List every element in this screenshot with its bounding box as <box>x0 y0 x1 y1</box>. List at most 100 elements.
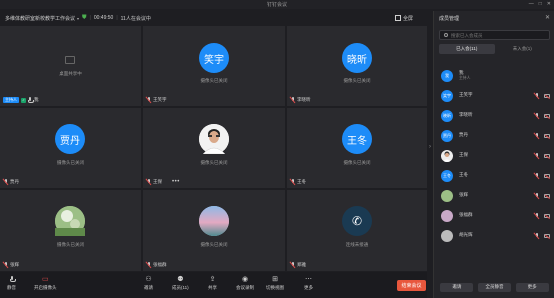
tile-status: 连线未接通 <box>345 242 369 247</box>
tile-nameplate: 王笑宇 <box>146 97 167 103</box>
fullscreen-label: 全屏 <box>402 15 413 22</box>
list-item[interactable]: 贾丹 贾丹 <box>434 127 554 147</box>
camera-off-icon[interactable] <box>544 194 550 198</box>
microphone-muted-icon <box>146 262 151 268</box>
grid-view-icon: ⊞ <box>272 276 278 283</box>
shield-icon[interactable]: ⛊ <box>82 15 87 22</box>
chevron-down-icon[interactable]: ▾ <box>77 16 79 21</box>
microphone-muted-icon <box>146 179 151 185</box>
video-tile[interactable]: 晓昕 摄像头已关闭 李晓昕 <box>287 26 427 106</box>
microphone-muted-icon <box>146 97 151 103</box>
camera-off-icon[interactable] <box>544 214 550 218</box>
list-item[interactable]: 王保 <box>434 147 554 167</box>
tile-nameplate: 郑雅 <box>290 262 306 268</box>
close-icon[interactable]: ✕ <box>545 14 550 21</box>
tile-status: 摄像头已关闭 <box>200 78 228 83</box>
invite-button[interactable]: 邀请 <box>440 282 474 292</box>
meeting-title[interactable]: 多维体教研室新校教学工作会议 <box>5 15 75 22</box>
microphone-muted-icon[interactable] <box>534 93 539 99</box>
more-button[interactable]: ⋯ 更多 <box>304 275 313 291</box>
fullscreen-button[interactable]: 全屏 <box>394 15 413 22</box>
members-label: 成员(11) <box>172 285 189 290</box>
record-button[interactable]: ◉ 会议录制 <box>236 275 254 291</box>
video-tile[interactable]: ✆ 连线未接通 郑雅 <box>287 190 427 271</box>
more-button[interactable]: 更多 <box>515 282 549 292</box>
layout-button[interactable]: ⊞ 切换视图 <box>266 275 284 291</box>
member-search[interactable] <box>439 30 550 40</box>
member-list: 我 我 主持人 笑宇 王笑宇 晓昕 李晓昕 贾丹 贾丹 王保 王冬 王冬 张辉 … <box>434 67 554 247</box>
more-options-icon[interactable]: ••• <box>172 179 180 185</box>
camera-button[interactable]: ▭ 开启摄像头 <box>34 275 57 291</box>
microphone-muted-icon[interactable] <box>534 193 539 199</box>
invite-label: 邀请 <box>144 285 153 290</box>
video-tile[interactable]: 摄像头已关闭 张辉 <box>0 190 141 271</box>
tab-joined[interactable]: 已入会(11) <box>439 44 495 54</box>
meeting-duration: 00:49:50 <box>93 15 114 21</box>
tab-not-joined[interactable]: 未入会(1) <box>495 44 551 54</box>
tile-name: 李晓昕 <box>297 97 311 102</box>
divider: | <box>116 15 118 21</box>
search-input[interactable] <box>451 32 541 38</box>
microphone-muted-icon[interactable] <box>534 173 539 179</box>
members-button[interactable]: ⚉ 成员(11) <box>172 275 189 291</box>
microphone-muted-icon[interactable] <box>534 113 539 119</box>
tile-nameplate: 主持人 ✓ 我 <box>3 97 39 103</box>
window-titlebar: 钉钉会议 — □ ✕ <box>0 0 554 9</box>
nature-photo-icon <box>55 206 85 236</box>
camera-off-icon[interactable] <box>544 154 550 158</box>
landscape-photo-icon <box>199 206 229 236</box>
list-item[interactable]: 张福群 <box>434 207 554 227</box>
camera-off-icon[interactable] <box>544 134 550 138</box>
tile-nameplate: 张辉 <box>3 262 19 268</box>
avatar: 贾丹 <box>55 124 85 154</box>
video-tile-self[interactable]: 桌面共享中 主持人 ✓ 我 <box>0 26 141 106</box>
video-tile[interactable]: 摄像头已关闭 王保 ••• <box>143 108 285 188</box>
fullscreen-icon <box>394 15 401 21</box>
microphone-muted-icon <box>3 179 8 185</box>
list-item[interactable]: 张辉 <box>434 187 554 207</box>
video-tile[interactable]: 摄像头已关闭 张福群 <box>143 190 285 271</box>
list-item[interactable]: 晓昕 李晓昕 <box>434 107 554 127</box>
avatar-photo <box>441 190 453 202</box>
camera-off-icon[interactable] <box>544 114 550 118</box>
microphone-icon <box>8 275 16 283</box>
host-badge: 主持人 <box>3 97 19 103</box>
microphone-muted-icon[interactable] <box>534 153 539 159</box>
list-item[interactable]: 笑宇 王笑宇 <box>434 87 554 107</box>
share-button[interactable]: ⇪ 共享 <box>208 275 217 291</box>
layout-label: 切换视图 <box>266 285 284 290</box>
add-user-icon: ⚇ <box>145 276 152 283</box>
mute-label: 静音 <box>7 285 16 290</box>
camera-off-icon[interactable] <box>544 174 550 178</box>
member-tabs: 已入会(11) 未入会(1) <box>439 44 550 54</box>
invite-button[interactable]: ⚇ 邀请 <box>144 275 153 291</box>
tile-name: 贾丹 <box>10 179 19 184</box>
more-icon: ⋯ <box>305 276 312 283</box>
list-item[interactable]: 胡光辉 <box>434 227 554 247</box>
mute-button[interactable]: 静音 <box>7 275 16 291</box>
people-icon: ⚉ <box>177 276 184 283</box>
microphone-muted-icon[interactable] <box>534 213 539 219</box>
tile-name: 张辉 <box>10 262 19 267</box>
video-tile[interactable]: 贾丹 摄像头已关闭 贾丹 <box>0 108 141 188</box>
tile-nameplate: 贾丹 <box>3 179 19 185</box>
mute-all-button[interactable]: 全员静音 <box>477 282 511 292</box>
avatar: 晓昕 <box>441 110 453 122</box>
list-item[interactable]: 我 我 主持人 <box>434 67 554 87</box>
video-tile[interactable]: 王冬 摄像头已关闭 王冬 <box>287 108 427 188</box>
list-item[interactable]: 王冬 王冬 <box>434 167 554 187</box>
camera-off-icon[interactable] <box>544 234 550 238</box>
end-meeting-button[interactable]: 结束会议 <box>397 280 426 291</box>
microphone-muted-icon[interactable] <box>534 233 539 239</box>
video-tile[interactable]: 笑宇 摄像头已关闭 王笑宇 <box>143 26 285 106</box>
meeting-toolbar: 静音 ▭ 开启摄像头 ⚇ 邀请 ⚉ 成员(11) ⇪ 共享 ◉ 会议录制 ⊞ 切… <box>0 272 427 298</box>
camera-off-icon[interactable] <box>544 94 550 98</box>
minimize-icon[interactable]: — <box>529 1 534 7</box>
tile-status: 桌面共享中 <box>59 71 82 76</box>
microphone-muted-icon <box>290 262 295 268</box>
maximize-icon[interactable]: □ <box>539 1 542 7</box>
close-icon[interactable]: ✕ <box>547 1 551 7</box>
microphone-muted-icon[interactable] <box>534 133 539 139</box>
avatar-photo <box>199 206 229 236</box>
avatar: 贾丹 <box>441 130 453 142</box>
